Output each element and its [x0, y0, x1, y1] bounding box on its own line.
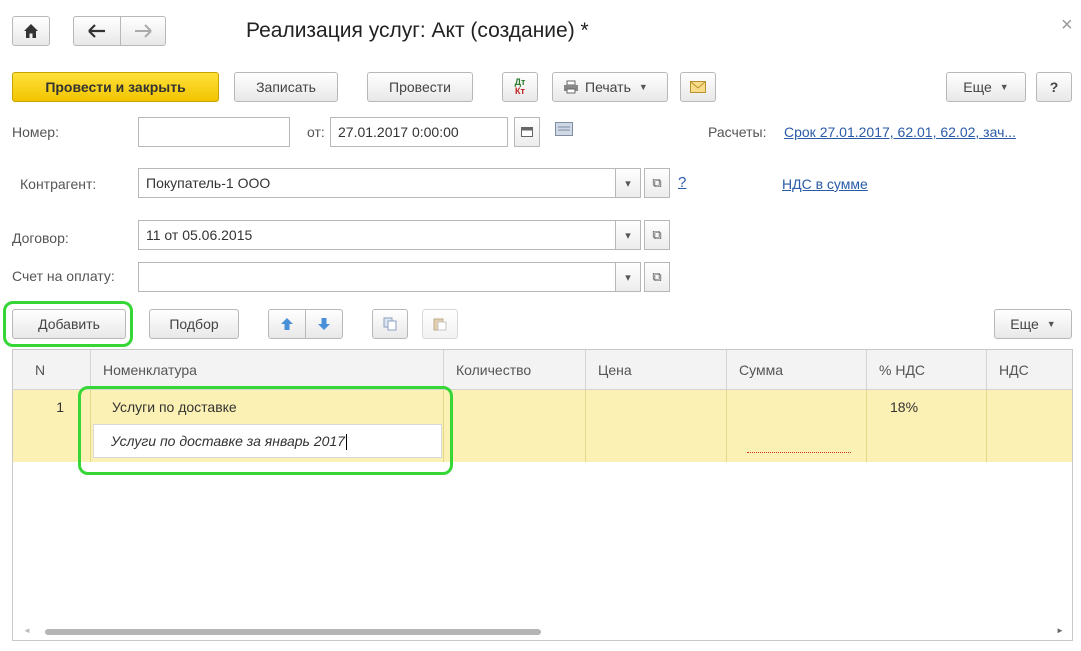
contract-dropdown-button[interactable]: ▾: [615, 220, 641, 250]
vat-rate-cell[interactable]: 18%: [867, 390, 987, 462]
copy-button[interactable]: [372, 309, 408, 339]
vat-cell[interactable]: [987, 390, 1072, 462]
column-header-quantity[interactable]: Количество: [444, 350, 586, 390]
scroll-right-arrow[interactable]: ►: [1056, 626, 1064, 635]
vat-rate-value: 18%: [890, 399, 919, 415]
print-button[interactable]: Печать ▼: [552, 72, 668, 102]
arrow-up-icon: [281, 318, 293, 330]
contractor-field[interactable]: Покупатель-1 ООО: [138, 168, 616, 198]
table-row[interactable]: 1 Услуги по доставке Услуги по доставке …: [13, 390, 1072, 462]
chevron-down-icon: ▾: [625, 229, 631, 242]
row-number-cell: 1: [13, 390, 91, 462]
text-cursor: [345, 434, 347, 451]
arrow-right-icon: [135, 24, 152, 38]
table-more-label: Еще: [1010, 316, 1039, 332]
email-button[interactable]: [680, 72, 716, 102]
post-button[interactable]: Провести: [367, 72, 473, 102]
chevron-down-icon: ▼: [1046, 319, 1056, 329]
move-up-button[interactable]: [268, 309, 306, 339]
home-icon: [24, 24, 38, 38]
dt-kt-button[interactable]: Дт Кт: [502, 72, 538, 102]
home-button[interactable]: [12, 16, 50, 46]
move-down-button[interactable]: [305, 309, 343, 339]
more-actions-button[interactable]: Еще ▼: [946, 72, 1026, 102]
chevron-down-icon: ▾: [625, 271, 631, 284]
paste-button[interactable]: [422, 309, 458, 339]
select-button[interactable]: Подбор: [149, 309, 239, 339]
row-number: 1: [56, 399, 64, 415]
document-icon[interactable]: [555, 122, 573, 139]
post-and-close-button[interactable]: Провести и закрыть: [12, 72, 219, 102]
printer-icon: [564, 80, 578, 94]
more-label: Еще: [963, 79, 992, 95]
add-row-button[interactable]: Добавить: [12, 309, 126, 339]
sum-cell[interactable]: [727, 390, 867, 462]
print-label: Печать: [585, 79, 631, 95]
column-header-nomenclature[interactable]: Номенклатура: [91, 350, 444, 390]
price-cell[interactable]: [586, 390, 727, 462]
invoice-open-button[interactable]: ⧉: [644, 262, 670, 292]
number-field[interactable]: [138, 117, 290, 147]
sum-required-underline: [747, 452, 851, 453]
table-more-button[interactable]: Еще ▼: [994, 309, 1072, 339]
nomenclature-cell[interactable]: Услуги по доставке Услуги по доставке за…: [91, 390, 444, 462]
open-icon: ⧉: [652, 227, 662, 242]
number-label: Номер:: [12, 124, 59, 140]
column-header-sum[interactable]: Сумма: [727, 350, 867, 390]
contractor-dropdown-button[interactable]: ▾: [615, 168, 641, 198]
nomenclature-value: Услуги по доставке: [112, 399, 237, 415]
arrow-down-icon: [318, 318, 330, 330]
column-header-price[interactable]: Цена: [586, 350, 727, 390]
open-icon: ⧉: [652, 175, 662, 190]
chevron-down-icon: ▼: [999, 82, 1009, 92]
invoice-dropdown-button[interactable]: ▾: [615, 262, 641, 292]
column-header-vat[interactable]: НДС: [987, 350, 1072, 390]
scroll-left-arrow[interactable]: ◄: [23, 626, 31, 635]
close-icon[interactable]: ×: [1061, 14, 1073, 37]
services-table[interactable]: N Номенклатура Количество Цена Сумма % Н…: [12, 349, 1073, 641]
contract-open-button[interactable]: ⧉: [644, 220, 670, 250]
help-button[interactable]: ?: [1036, 72, 1072, 102]
quantity-cell[interactable]: [444, 390, 586, 462]
save-button[interactable]: Записать: [234, 72, 338, 102]
chevron-down-icon: ▼: [638, 82, 648, 92]
contractor-help-link[interactable]: ?: [678, 174, 686, 191]
date-field[interactable]: 27.01.2017 0:00:00: [330, 117, 508, 147]
date-label: от:: [307, 124, 325, 140]
contractor-label: Контрагент:: [20, 176, 97, 192]
open-icon: ⧉: [652, 269, 662, 284]
settlements-link[interactable]: Срок 27.01.2017, 62.01, 62.02, зач...: [784, 124, 1016, 140]
copy-icon: [383, 317, 397, 331]
column-header-n[interactable]: N: [13, 350, 91, 390]
contract-field[interactable]: 11 от 05.06.2015: [138, 220, 616, 250]
back-button[interactable]: [73, 16, 121, 46]
window-title: Реализация услуг: Акт (создание) *: [246, 19, 589, 42]
settlements-label: Расчеты:: [708, 124, 767, 140]
contract-label: Договор:: [12, 230, 69, 246]
calendar-button[interactable]: [514, 117, 540, 147]
vat-mode-link[interactable]: НДС в сумме: [782, 176, 868, 192]
column-header-vat-rate[interactable]: % НДС: [867, 350, 987, 390]
invoice-label: Счет на оплату:: [12, 268, 115, 284]
dt-kt-icon: Дт Кт: [514, 77, 526, 96]
invoice-field[interactable]: [138, 262, 616, 292]
chevron-down-icon: ▾: [625, 177, 631, 190]
calendar-icon: [521, 127, 533, 137]
arrow-left-icon: [88, 24, 105, 38]
paste-icon: [433, 318, 447, 331]
content-input[interactable]: Услуги по доставке за январь 2017: [93, 424, 442, 458]
contractor-open-button[interactable]: ⧉: [644, 168, 670, 198]
envelope-icon: [690, 81, 706, 93]
horizontal-scrollbar[interactable]: [45, 629, 541, 635]
forward-button[interactable]: [120, 16, 166, 46]
